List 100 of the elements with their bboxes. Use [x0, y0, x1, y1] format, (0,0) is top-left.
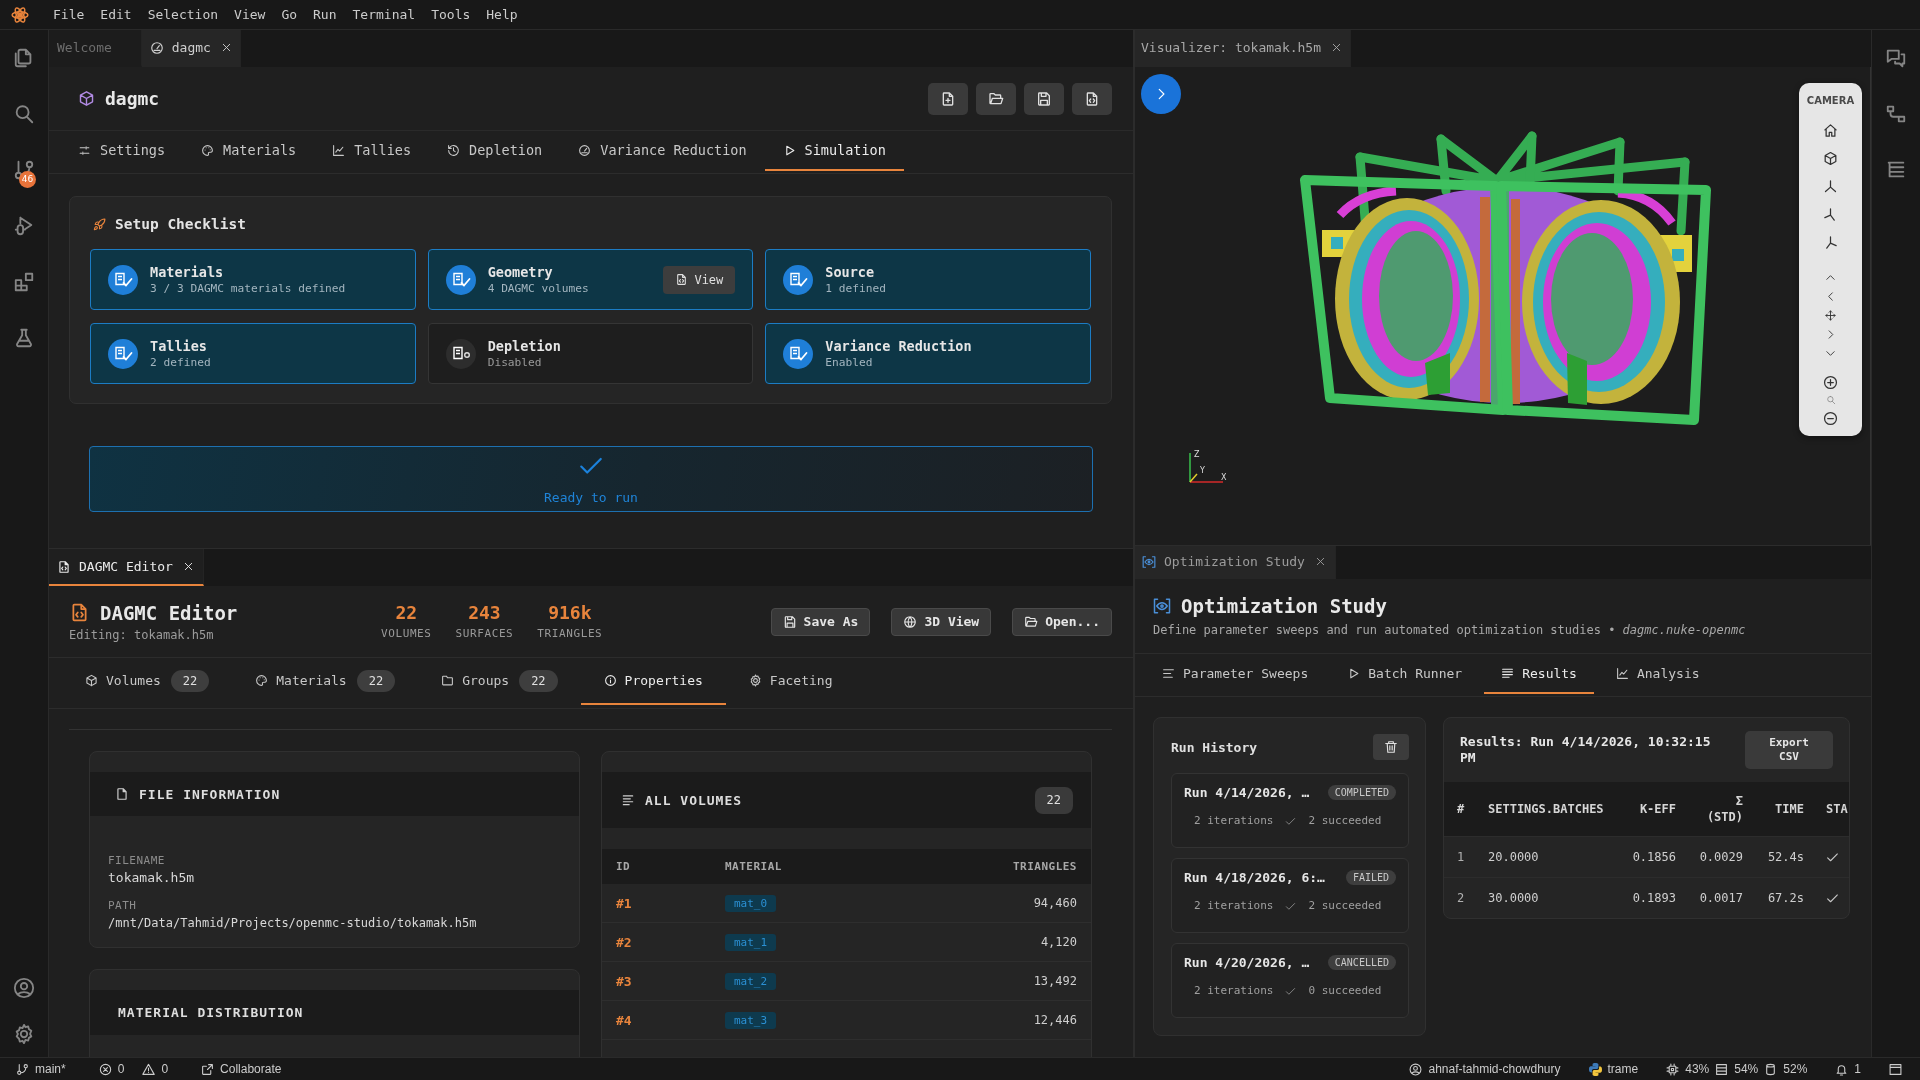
search-icon[interactable] [13, 103, 35, 125]
notification-count[interactable]: 1 [1854, 1062, 1861, 1076]
panel-subtitle: Editing: tokamak.h5m [69, 626, 215, 643]
menu-item[interactable]: Help [478, 4, 526, 25]
palette-icon [201, 143, 215, 157]
menu-item[interactable]: Go [273, 4, 306, 25]
close-icon[interactable] [1331, 42, 1342, 53]
flow-icon[interactable] [1885, 103, 1907, 125]
view-tab[interactable]: Volumes 22 [62, 658, 233, 705]
bell-icon[interactable] [1835, 1062, 1849, 1076]
share-icon[interactable] [201, 1062, 215, 1076]
zoom-out-icon[interactable] [1823, 410, 1838, 426]
toolbar-button[interactable]: 3D View [891, 607, 992, 636]
checklist-tile[interactable]: Depletion Disabled [427, 323, 754, 384]
tripod-icon[interactable] [1823, 234, 1838, 250]
menu-item[interactable]: Terminal [344, 4, 424, 25]
collaborate-item[interactable]: Collaborate [220, 1062, 282, 1076]
editor-tab[interactable]: Optimization Study [1135, 546, 1336, 579]
move-icon[interactable] [1825, 310, 1836, 321]
view-tab[interactable]: Parameter Sweeps [1145, 654, 1326, 694]
nav-tab[interactable]: Variance Reduction [560, 131, 765, 171]
table-cell-text: 0.1856 [1632, 849, 1677, 865]
extensions-icon[interactable] [13, 271, 35, 293]
disk-usage: 52% [1783, 1062, 1808, 1076]
gear-icon[interactable] [13, 1023, 35, 1045]
warning-icon[interactable] [142, 1062, 156, 1076]
save-button[interactable] [1024, 82, 1064, 115]
flask-icon[interactable] [13, 327, 35, 349]
run-card[interactable]: Run 4/20/2026, … CANCELLED 2 iterations 0 succeeded [1171, 943, 1409, 1018]
tripod-icon[interactable] [1823, 178, 1838, 194]
tripod-icon[interactable] [1823, 206, 1838, 222]
checklist-tile[interactable]: Variance Reduction Enabled [765, 323, 1091, 384]
view-tab[interactable]: Faceting [725, 658, 856, 705]
view-tab[interactable]: Analysis [1598, 654, 1717, 694]
axis-label: X [1221, 473, 1227, 482]
editor-tab[interactable]: dagmc [141, 30, 241, 67]
toolbar-button[interactable]: Open... [1012, 607, 1112, 636]
error-icon[interactable] [98, 1062, 112, 1076]
nav-tab[interactable]: Settings [60, 131, 184, 171]
expand-button[interactable] [1141, 74, 1181, 114]
menu-item[interactable]: Edit [92, 4, 140, 25]
warning-count[interactable]: 0 [161, 1062, 169, 1076]
checklist-tile[interactable]: Source 1 defined [765, 249, 1091, 310]
toolbar-button[interactable]: Save As [770, 607, 871, 636]
atom-icon[interactable] [11, 5, 29, 24]
nav-tab[interactable]: Materials [183, 131, 315, 171]
view-tab[interactable]: Batch Runner [1330, 654, 1480, 694]
nav-tab[interactable]: Simulation [764, 131, 904, 171]
editor-tab[interactable]: DAGMC Editor [49, 549, 204, 586]
checklist-tile[interactable]: Tallies 2 defined [90, 323, 416, 384]
chevron-up-icon[interactable] [1825, 272, 1836, 283]
snake-icon[interactable] [1588, 1062, 1602, 1076]
cube-icon[interactable] [1823, 150, 1838, 166]
branch-name[interactable]: main* [35, 1062, 66, 1076]
view-tab[interactable]: Materials 22 [232, 658, 419, 705]
menu-item[interactable]: View [226, 4, 274, 25]
open-folder-button[interactable] [976, 82, 1016, 115]
menu-item[interactable]: Tools [423, 4, 479, 25]
account-icon[interactable] [13, 977, 35, 999]
chat-icon[interactable] [1885, 47, 1907, 69]
cube-icon [78, 90, 95, 107]
environment-name[interactable]: trame [1607, 1062, 1639, 1076]
menu-item[interactable]: File [45, 4, 93, 25]
new-file-button[interactable] [928, 82, 968, 115]
save-icon [1036, 90, 1052, 107]
zoom-in-icon[interactable] [1823, 374, 1838, 390]
run-card[interactable]: Run 4/18/2026, 6:… FAILED 2 iterations 2 succeeded [1171, 858, 1409, 933]
run-card[interactable]: Run 4/14/2026, … COMPLETED 2 iterations 2 succeeded [1171, 773, 1409, 848]
view-button[interactable]: View [663, 265, 736, 294]
delete-button[interactable] [1373, 734, 1409, 760]
chart-line-icon [332, 143, 346, 157]
success-count: 2 succeeded [1308, 813, 1382, 829]
close-icon[interactable] [1314, 556, 1326, 567]
editor-tab[interactable]: Visualizer: tokamak.h5m [1135, 30, 1351, 67]
user-name[interactable]: ahnaf-tahmid-chowdhury [1428, 1062, 1561, 1076]
status-badge: COMPLETED [1327, 784, 1396, 800]
view-tab[interactable]: Results [1484, 654, 1594, 694]
menu-item[interactable]: Run [305, 4, 345, 25]
view-tab[interactable]: Properties [580, 658, 726, 705]
checklist-tile[interactable]: Materials 3 / 3 DAGMC materials defined [90, 249, 416, 310]
nav-tab[interactable]: Tallies [314, 131, 430, 171]
run-debug-icon[interactable] [13, 215, 35, 237]
close-icon[interactable] [182, 561, 194, 572]
layout-icon[interactable] [1889, 1062, 1902, 1076]
error-count[interactable]: 0 [117, 1062, 125, 1076]
nav-tab[interactable]: Depletion [429, 131, 561, 171]
branch-icon[interactable] [13, 159, 35, 181]
export-button[interactable]: Export CSV [1745, 731, 1833, 769]
code-file-button[interactable] [1072, 82, 1112, 115]
branch-icon[interactable] [16, 1062, 29, 1076]
close-icon[interactable] [220, 42, 232, 53]
view-tab[interactable]: Groups 22 [418, 658, 581, 705]
home-icon[interactable] [1823, 122, 1838, 138]
checklist-tile[interactable]: Geometry 4 DAGMC volumes View [427, 249, 754, 310]
chevron-down-icon[interactable] [1825, 348, 1836, 359]
list-icon [621, 793, 635, 807]
menu-item[interactable]: Selection [139, 4, 227, 25]
eye-in-brackets-icon [1153, 597, 1171, 615]
chevron-left-icon[interactable] [1825, 291, 1836, 302]
history-icon [447, 143, 461, 157]
